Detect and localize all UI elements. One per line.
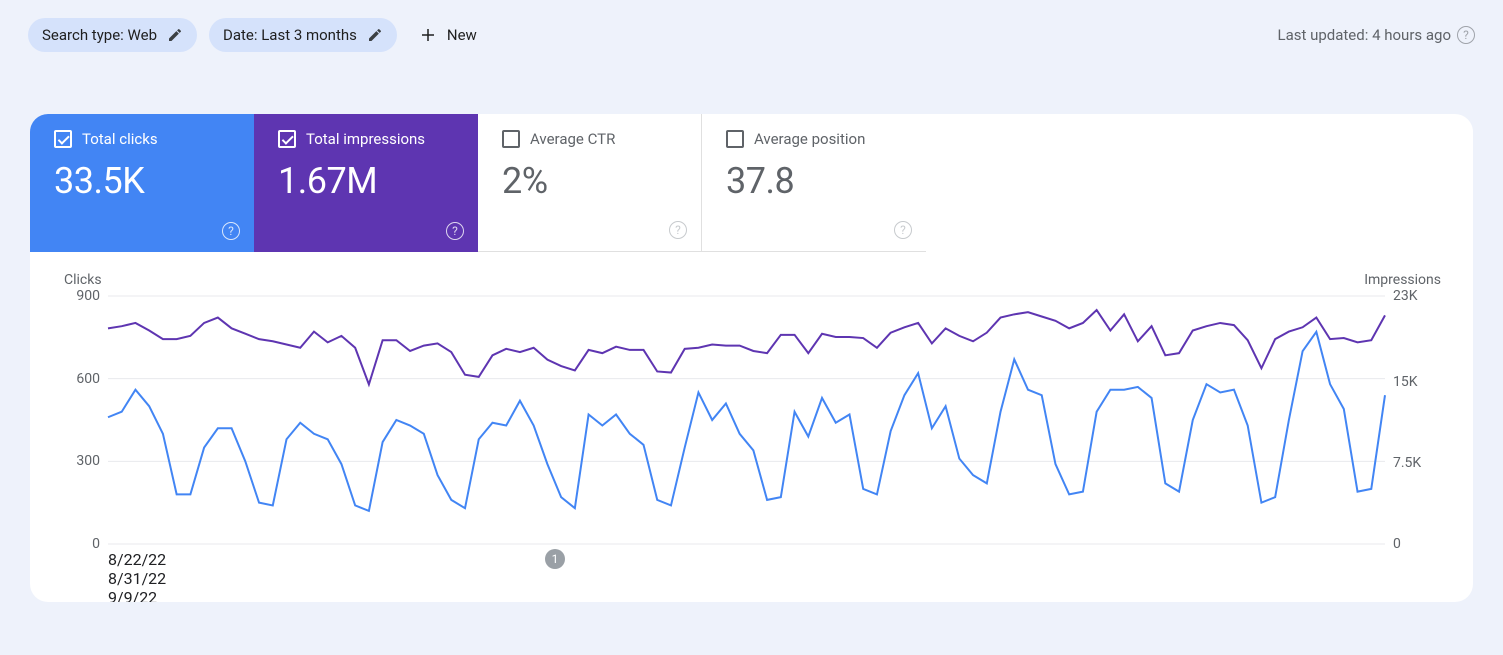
add-filter-label: New bbox=[447, 26, 477, 44]
help-icon[interactable]: ? bbox=[1457, 26, 1475, 44]
x-tick: 8/22/22 bbox=[108, 550, 1385, 569]
pencil-icon bbox=[367, 27, 383, 43]
chart-plot[interactable]: 030060090007.5K15K23K1 bbox=[44, 290, 1443, 550]
y-right-tick: 7.5K bbox=[1393, 455, 1443, 471]
filter-date-label: Date: Last 3 months bbox=[223, 26, 357, 44]
left-axis-title: Clicks bbox=[64, 272, 102, 288]
last-updated-text: Last updated: 4 hours ago bbox=[1277, 26, 1451, 44]
checkbox-icon bbox=[726, 130, 744, 148]
filter-date[interactable]: Date: Last 3 months bbox=[209, 18, 397, 52]
help-icon[interactable]: ? bbox=[894, 221, 912, 239]
checkbox-icon bbox=[502, 130, 520, 148]
metric-tiles: Total clicks 33.5K ? Total impressions 1… bbox=[30, 114, 1473, 252]
performance-card: Total clicks 33.5K ? Total impressions 1… bbox=[30, 114, 1473, 602]
tile-label: Average position bbox=[754, 130, 865, 148]
filter-search-type-label: Search type: Web bbox=[42, 26, 157, 44]
tile-label: Average CTR bbox=[530, 130, 615, 148]
help-icon[interactable]: ? bbox=[446, 222, 464, 240]
tile-total-clicks[interactable]: Total clicks 33.5K ? bbox=[30, 114, 254, 252]
add-filter-button[interactable]: New bbox=[419, 26, 477, 44]
filter-search-type[interactable]: Search type: Web bbox=[28, 18, 197, 52]
x-tick: 9/9/22 bbox=[108, 588, 1385, 602]
y-right-tick: 23K bbox=[1393, 288, 1443, 304]
y-left-tick: 900 bbox=[44, 288, 100, 304]
tile-average-ctr[interactable]: Average CTR 2% ? bbox=[478, 114, 702, 252]
x-axis-labels: 8/22/228/31/229/9/229/18/229/27/2210/6/2… bbox=[108, 550, 1385, 572]
checkbox-icon bbox=[54, 130, 72, 148]
x-tick: 8/31/22 bbox=[108, 569, 1385, 588]
y-left-tick: 600 bbox=[44, 371, 100, 387]
y-right-tick: 0 bbox=[1393, 536, 1443, 552]
plus-icon bbox=[419, 26, 437, 44]
tile-value: 2% bbox=[502, 160, 683, 202]
tile-average-position[interactable]: Average position 37.8 ? bbox=[702, 114, 926, 252]
y-left-tick: 300 bbox=[44, 453, 100, 469]
chart: Clicks Impressions 0 300 600 900 0 7.5K 15K 23K… bbox=[30, 252, 1473, 602]
tile-label: Total impressions bbox=[306, 130, 425, 148]
tile-total-impressions[interactable]: Total impressions 1.67M ? bbox=[254, 114, 478, 252]
tile-value: 1.67M bbox=[278, 160, 460, 202]
pencil-icon bbox=[167, 27, 183, 43]
tile-value: 37.8 bbox=[726, 160, 908, 202]
last-updated: Last updated: 4 hours ago ? bbox=[1277, 26, 1475, 44]
y-left-tick: 0 bbox=[44, 536, 100, 552]
help-icon[interactable]: ? bbox=[222, 222, 240, 240]
tile-label: Total clicks bbox=[82, 130, 158, 148]
y-right-tick: 15K bbox=[1393, 374, 1443, 390]
checkbox-icon bbox=[278, 130, 296, 148]
help-icon[interactable]: ? bbox=[669, 221, 687, 239]
tile-value: 33.5K bbox=[54, 160, 236, 202]
right-axis-title: Impressions bbox=[1364, 272, 1441, 288]
